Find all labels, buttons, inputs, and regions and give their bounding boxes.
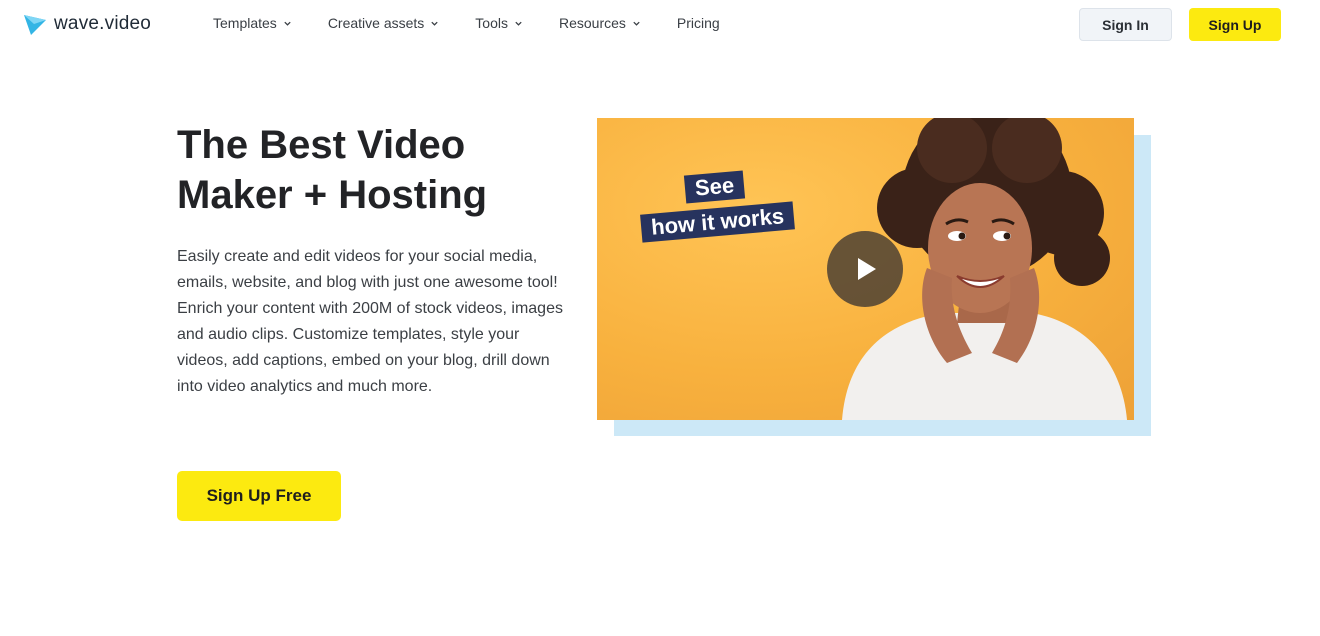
logo-text: wave.video xyxy=(54,13,152,34)
sign-up-free-button[interactable]: Sign Up Free xyxy=(177,471,341,521)
sign-up-button[interactable]: Sign Up xyxy=(1189,8,1281,41)
how-it-works-label: how it works xyxy=(640,201,796,243)
hero-description-paragraph-2: Enrich your content with 200M of stock v… xyxy=(177,300,563,395)
hero-title-line-2: Maker + Hosting xyxy=(177,173,488,217)
nav-item-creative-assets[interactable]: Creative assets xyxy=(328,15,439,31)
nav-item-resources[interactable]: Resources xyxy=(559,15,641,31)
intro-video[interactable]: See how it works xyxy=(597,118,1134,420)
play-button[interactable] xyxy=(827,231,903,307)
nav-item-label: Tools xyxy=(475,15,508,31)
play-icon xyxy=(858,258,876,280)
nav-item-label: Pricing xyxy=(676,15,720,31)
nav-item-tools[interactable]: Tools xyxy=(475,15,523,31)
chevron-down-icon xyxy=(633,21,640,26)
hero-title: The Best Video Maker + Hosting xyxy=(177,120,577,220)
nav-item-label: Resources xyxy=(558,15,626,31)
hero-title-line-1: The Best Video xyxy=(177,123,466,167)
hero-description: Easily create and edit videos for your s… xyxy=(177,244,567,400)
chevron-down-icon xyxy=(284,21,291,26)
chevron-down-icon xyxy=(431,21,438,26)
hero-description-paragraph-1: Easily create and edit videos for your s… xyxy=(177,248,558,291)
sign-in-button[interactable]: Sign In xyxy=(1079,8,1172,41)
nav-item-label: Creative assets xyxy=(327,15,425,31)
see-label: See xyxy=(683,170,746,204)
site-header: wave.video Templates Creative assets Too… xyxy=(0,0,1320,50)
nav-item-pricing[interactable]: Pricing xyxy=(677,15,720,31)
nav-item-label: Templates xyxy=(213,15,277,31)
chevron-down-icon xyxy=(515,21,522,26)
logo[interactable]: wave.video xyxy=(22,11,151,37)
nav-item-templates[interactable]: Templates xyxy=(213,15,292,31)
wave-logo-icon xyxy=(24,15,46,35)
main-nav: Templates Creative assets Tools Resource… xyxy=(213,15,756,31)
